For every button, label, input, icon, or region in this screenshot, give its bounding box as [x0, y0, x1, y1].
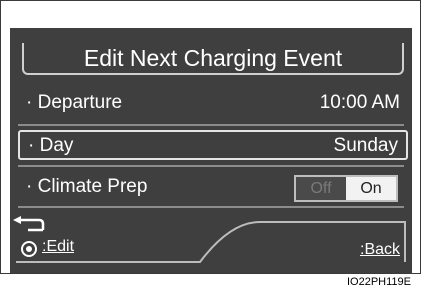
edit-link[interactable]: :Edit	[42, 238, 74, 256]
bottom-bar: :Edit :Back	[10, 216, 412, 273]
divider	[18, 165, 404, 167]
back-link[interactable]: :Back	[360, 241, 400, 259]
day-label: · Day	[28, 135, 74, 156]
figure-code: IO22PH119E	[346, 276, 411, 288]
departure-row[interactable]: · Departure 10:00 AM	[18, 89, 408, 119]
departure-label: · Departure	[26, 92, 123, 113]
toggle-off-option[interactable]: Off	[296, 177, 346, 200]
divider	[18, 206, 404, 208]
figure-frame: Edit Next Charging Event · Departure 10:…	[0, 0, 421, 274]
screen-title: Edit Next Charging Event	[83, 45, 343, 71]
divider	[18, 124, 404, 126]
day-value: Sunday	[333, 135, 398, 156]
climate-prep-row[interactable]: · Climate Prep Off On	[18, 173, 408, 203]
climate-prep-toggle[interactable]: Off On	[294, 175, 398, 202]
title-box: Edit Next Charging Event	[22, 43, 404, 75]
toggle-on-option[interactable]: On	[346, 177, 396, 200]
display-screen: Edit Next Charging Event · Departure 10:…	[10, 28, 412, 273]
climate-prep-label: · Climate Prep	[26, 176, 148, 197]
departure-time-value: 10:00 AM	[319, 92, 400, 113]
dial-press-icon[interactable]	[21, 241, 37, 257]
day-row[interactable]: · Day Sunday	[18, 130, 408, 160]
back-arrow-icon[interactable]	[10, 216, 46, 234]
